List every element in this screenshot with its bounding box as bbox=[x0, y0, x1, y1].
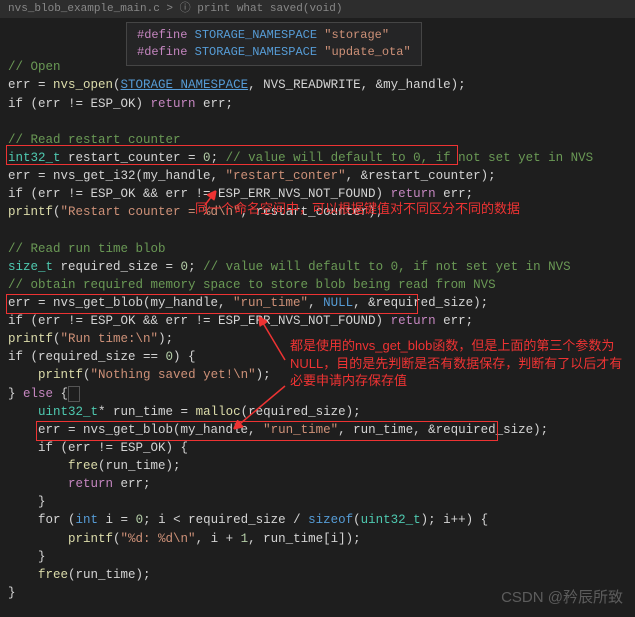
code-line: // obtain required memory space to store… bbox=[8, 276, 635, 294]
code-line: // Read run time blob bbox=[8, 240, 635, 258]
hover-tooltip: #define STORAGE_NAMESPACE "storage" #def… bbox=[126, 22, 422, 66]
highlight-box-3 bbox=[36, 421, 498, 441]
code-line: if (err != ESP_OK && err != ESP_ERR_NVS_… bbox=[8, 312, 635, 330]
code-line: printf("%d: %d\n", i + 1, run_time[i]); bbox=[8, 530, 635, 548]
highlight-box-2 bbox=[6, 294, 418, 314]
code-line: for (int i = 0; i < required_size / size… bbox=[8, 511, 635, 529]
code-line: if (err != ESP_OK) { bbox=[8, 439, 635, 457]
storage-namespace-link[interactable]: STORAGE_NAMESPACE bbox=[121, 78, 249, 92]
annotation-2: 都是使用的nvs_get_blob函数，但是上面的第三个参数为NULL，目的是先… bbox=[290, 337, 625, 390]
editor-tab-bar: nvs_blob_example_main.c > ⓘ print what s… bbox=[0, 0, 635, 18]
code-line: } bbox=[8, 493, 635, 511]
code-line: size_t required_size = 0; // value will … bbox=[8, 258, 635, 276]
code-line: err = nvs_open(STORAGE_NAMESPACE, NVS_RE… bbox=[8, 76, 635, 94]
code-line: err = nvs_get_i32(my_handle, "restart_co… bbox=[8, 167, 635, 185]
code-line: free(run_time); bbox=[8, 457, 635, 475]
highlight-box-1 bbox=[6, 145, 458, 165]
code-line bbox=[8, 221, 635, 239]
code-line: free(run_time); bbox=[8, 566, 635, 584]
watermark: CSDN @矜辰所致 bbox=[501, 587, 623, 609]
code-line: if (err != ESP_OK) return err; bbox=[8, 95, 635, 113]
annotation-1: 同一个命名空间中，可以根据键值对不同区分不同的数据 bbox=[195, 200, 520, 218]
code-line: return err; bbox=[8, 475, 635, 493]
code-line: uint32_t* run_time = malloc(required_siz… bbox=[8, 403, 635, 421]
code-line: } bbox=[8, 548, 635, 566]
code-line bbox=[8, 113, 635, 131]
